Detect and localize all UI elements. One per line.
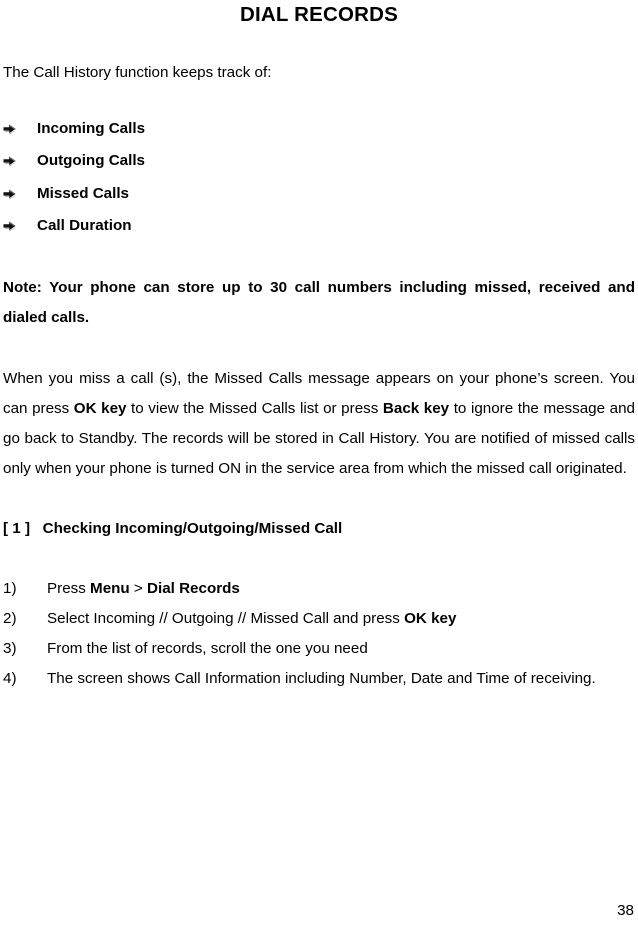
step-emphasis-dial-records: Dial Records	[147, 579, 240, 597]
list-item: Incoming Calls	[3, 113, 635, 146]
step-text-before: From the list of records, scroll the one…	[47, 639, 368, 657]
body-paragraph: When you miss a call (s), the Missed Cal…	[3, 364, 635, 484]
step-number: 4)	[3, 669, 17, 687]
list-item: 4) The screen shows Call Information incl…	[3, 664, 635, 694]
body-emphasis-ok-key: OK key	[73, 399, 127, 417]
arrow-bullet-icon	[3, 113, 19, 146]
list-item: 3) From the list of records, scroll the o…	[3, 634, 635, 664]
list-item: 2) Select Incoming // Outgoing // Missed …	[3, 604, 635, 634]
step-text-before: The screen shows Call Information includ…	[47, 669, 596, 687]
arrow-bullet-icon	[3, 210, 19, 243]
page-title: DIAL RECORDS	[239, 3, 399, 26]
document-page: DIAL RECORDS The Call History function k…	[0, 0, 638, 926]
list-item-label: Missed Calls	[37, 184, 130, 202]
note-paragraph: Note: Your phone can store up to 30 call…	[3, 278, 635, 326]
page-number: 38	[617, 902, 634, 919]
step-emphasis-ok-key: OK key	[404, 609, 457, 627]
body-emphasis-back-key: Back key	[382, 399, 450, 417]
arrow-bullet-icon	[3, 145, 19, 178]
feature-bullet-list: Incoming Calls Outgoing Calls Missed Cal…	[3, 113, 635, 243]
step-text-before: Press	[47, 579, 91, 597]
list-item-label: Incoming Calls	[37, 119, 146, 137]
intro-paragraph: The Call History function keeps track of…	[3, 63, 272, 81]
procedure-step-list: 1) Press Menu > Dial Records 2) Select Inc…	[3, 574, 635, 694]
step-number: 1)	[3, 579, 17, 597]
list-item: 1) Press Menu > Dial Records	[3, 574, 635, 604]
list-item: Missed Calls	[3, 178, 635, 211]
step-number: 2)	[3, 609, 17, 627]
step-text-before: Select Incoming // Outgoing // Missed Ca…	[47, 609, 405, 627]
section-heading: [ 1 ] Checking Incoming/Outgoing/Missed …	[3, 519, 343, 537]
step-number: 3)	[3, 639, 17, 657]
step-text-middle: >	[129, 579, 148, 597]
arrow-bullet-icon	[3, 178, 19, 211]
step-emphasis-menu: Menu	[90, 579, 130, 597]
list-item-label: Outgoing Calls	[37, 152, 145, 169]
list-item: Outgoing Calls	[3, 145, 635, 178]
list-item-label: Call Duration	[37, 217, 132, 234]
body-text-part2: to view the Missed Calls list or press	[126, 399, 383, 417]
list-item: Call Duration	[3, 210, 635, 243]
